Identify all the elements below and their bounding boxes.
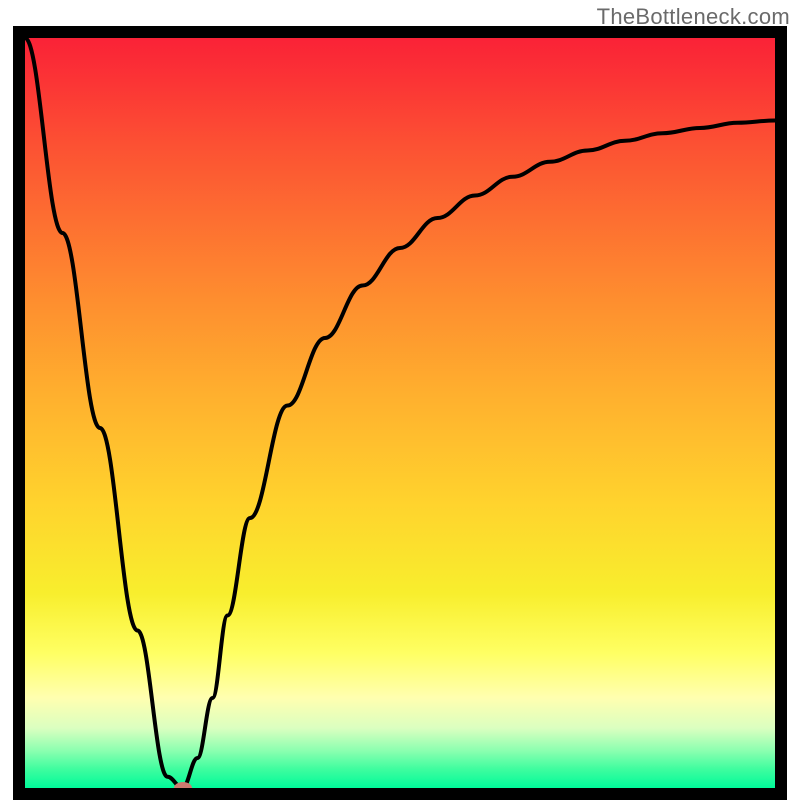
plot-frame: [13, 26, 787, 800]
chart-container: TheBottleneck.com: [0, 0, 800, 800]
watermark-text: TheBottleneck.com: [597, 4, 790, 30]
plot-area: [25, 38, 775, 788]
bottleneck-curve: [25, 38, 775, 788]
optimal-point-marker: [174, 782, 192, 788]
